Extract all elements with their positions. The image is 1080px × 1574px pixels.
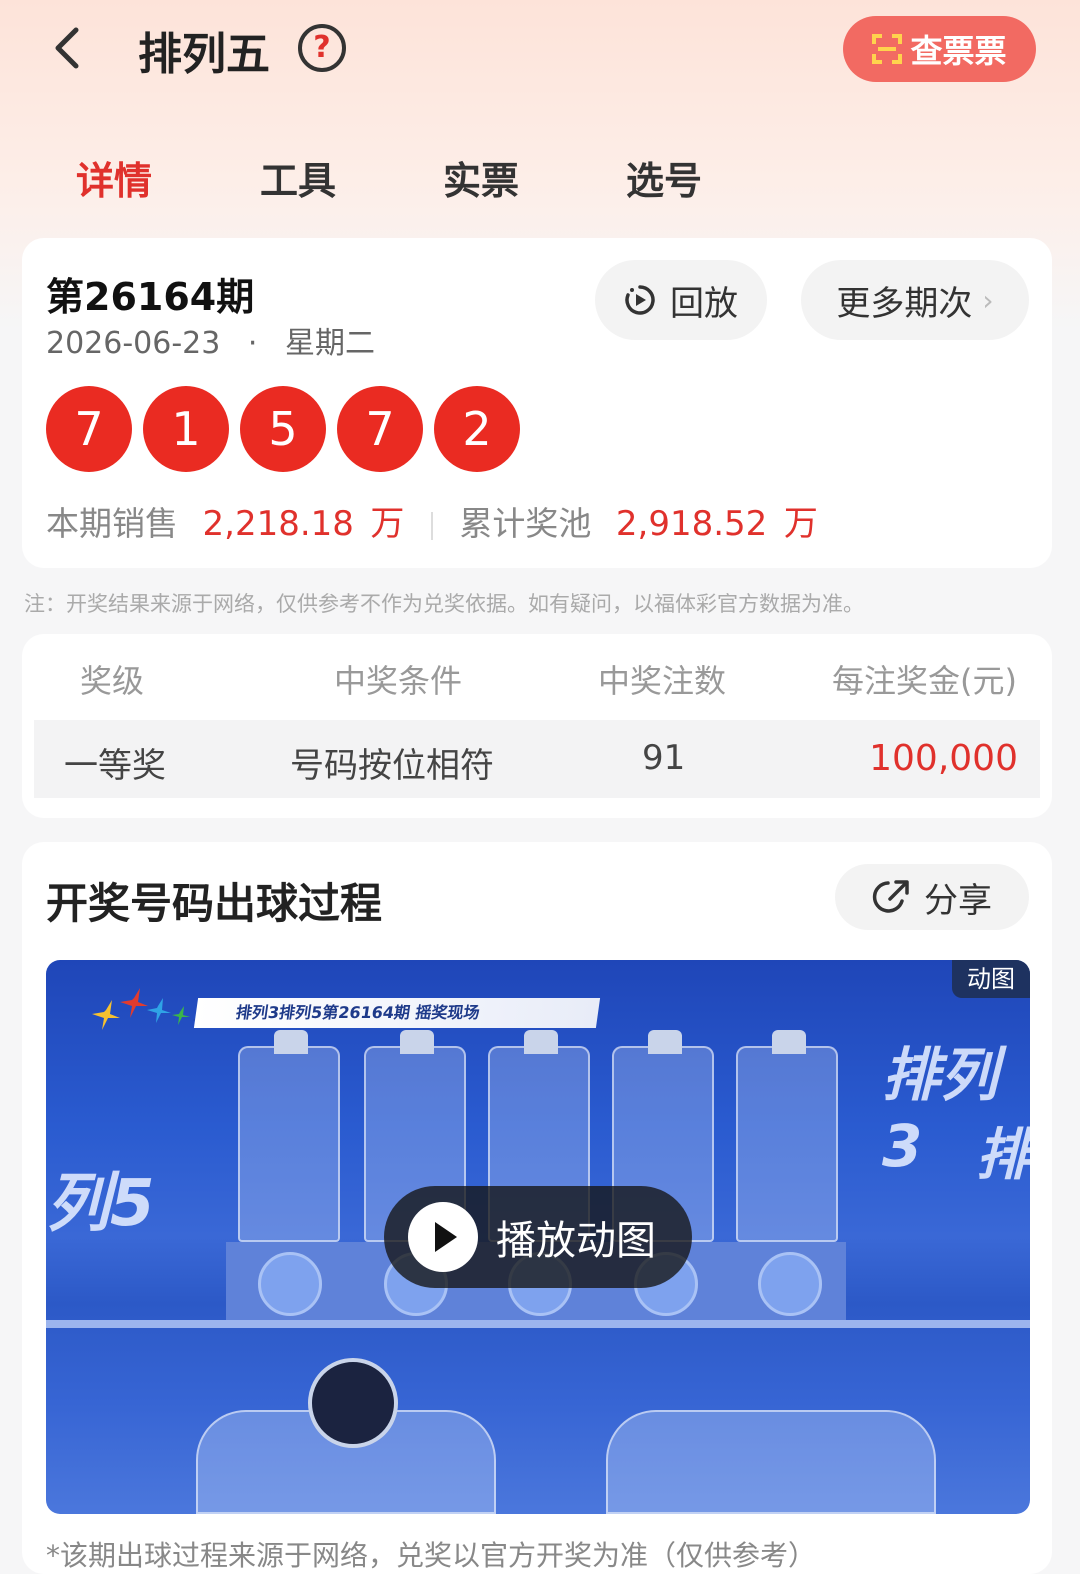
gif-badge: 动图 (952, 960, 1030, 998)
sales-unit: 万 (370, 504, 405, 544)
header-count: 中奖注数 (598, 662, 727, 700)
chevron-right-icon: › (982, 283, 994, 317)
machine-disc (758, 1252, 822, 1316)
process-footnote: *该期出球过程来源于网络，兑奖以官方开奖为准（仅供参考） (46, 1539, 817, 1572)
share-label: 分享 (924, 880, 992, 921)
replay-button[interactable]: 回放 (595, 260, 767, 340)
broadcast-banner: 排列3排列5第26164期 摇奖现场 (193, 998, 601, 1028)
pool-unit: 万 (783, 504, 818, 544)
machine-disc (258, 1252, 322, 1316)
header-condition: 中奖条件 (334, 662, 463, 700)
machine-cap (772, 1030, 806, 1054)
cell-level: 一等奖 (64, 746, 166, 786)
header-level: 奖级 (80, 662, 145, 700)
overlay-text-left: 列5 (46, 1167, 155, 1241)
play-icon (408, 1202, 478, 1272)
machine-cap (524, 1030, 558, 1054)
draw-machine (238, 1030, 340, 1242)
play-animation-button[interactable]: 播放动图 (384, 1186, 692, 1288)
table-row: 一等奖 号码按位相符 91 100,000 (34, 720, 1040, 798)
page-title: 排列五 (138, 29, 270, 80)
section-title: 开奖号码出球过程 (46, 879, 383, 928)
tab-pick-numbers[interactable]: 选号 (626, 150, 702, 205)
sales-value: 2,218.18 (202, 504, 354, 544)
stage-edge (46, 1320, 1030, 1328)
question-circle-icon[interactable]: ? (298, 24, 346, 72)
number-ball: 5 (240, 386, 326, 472)
share-icon (872, 880, 909, 913)
share-button[interactable]: 分享 (835, 864, 1029, 930)
check-ticket-button[interactable]: 查票票 (843, 16, 1036, 82)
replay-icon (625, 285, 655, 315)
prize-table: 奖级 中奖条件 中奖注数 每注奖金(元) 一等奖 号码按位相符 91 100,0… (22, 634, 1052, 818)
header-amount: 每注奖金(元) (832, 662, 1017, 700)
pool-value: 2,918.52 (615, 504, 768, 544)
machine-cap (274, 1030, 308, 1054)
more-issues-label: 更多期次 (836, 283, 973, 324)
scan-icon (872, 34, 903, 64)
machine-cap (648, 1030, 682, 1054)
draw-date-line: 2026-06-23 · 星期二 (46, 318, 375, 362)
disclaimer-note: 注：开奖结果来源于网络，仅供参考不作为兑奖依据。如有疑问，以福体彩官方数据为准。 (24, 592, 864, 616)
back-arrow-icon[interactable] (48, 26, 88, 70)
check-ticket-label: 查票票 (910, 32, 1007, 70)
divider (430, 511, 433, 540)
lower-tube (606, 1410, 936, 1514)
date-separator: · (247, 326, 258, 361)
draw-animation-preview[interactable]: 动图 排列3排列5第26164期 摇奖现场 列5 排列3 排 播放动图 (46, 960, 1030, 1514)
cell-count: 91 (642, 738, 686, 778)
play-label: 播放动图 (496, 1218, 656, 1264)
number-ball: 2 (434, 386, 520, 472)
draw-machine (736, 1030, 838, 1242)
draw-date: 2026-06-23 (46, 326, 221, 361)
draw-process-card: 开奖号码出球过程 分享 动图 排列3排列5第26164期 摇奖现场 列5 排列3… (22, 842, 1052, 1574)
tab-details[interactable]: 详情 (76, 150, 152, 205)
winning-numbers: 7 1 5 7 2 (46, 386, 531, 472)
issue-number: 第26164期 (46, 275, 255, 319)
draw-weekday: 星期二 (285, 326, 375, 361)
number-ball: 1 (143, 386, 229, 472)
sales-summary: 本期销售 2,218.18 万 累计奖池 2,918.52 万 (46, 496, 818, 545)
drawn-ball (308, 1358, 398, 1448)
app-header: 排列五 ? 查票票 (0, 0, 1080, 100)
cell-condition: 号码按位相符 (290, 746, 494, 786)
sales-label: 本期销售 (46, 504, 178, 543)
tab-bar: 详情 工具 实票 选号 (0, 140, 1080, 210)
machine-cap (400, 1030, 434, 1054)
cell-amount: 100,000 (869, 738, 1018, 779)
number-ball: 7 (46, 386, 132, 472)
overlay-text-right-2: 排 (976, 1123, 1030, 1188)
replay-label: 回放 (670, 283, 738, 324)
more-issues-button[interactable]: 更多期次 › (801, 260, 1029, 340)
tab-tools[interactable]: 工具 (260, 150, 336, 205)
number-ball: 7 (337, 386, 423, 472)
tab-real-tickets[interactable]: 实票 (443, 150, 519, 205)
pool-label: 累计奖池 (459, 504, 592, 543)
draw-result-card: 第26164期 2026-06-23 · 星期二 回放 更多期次 › 7 1 5… (22, 238, 1052, 568)
